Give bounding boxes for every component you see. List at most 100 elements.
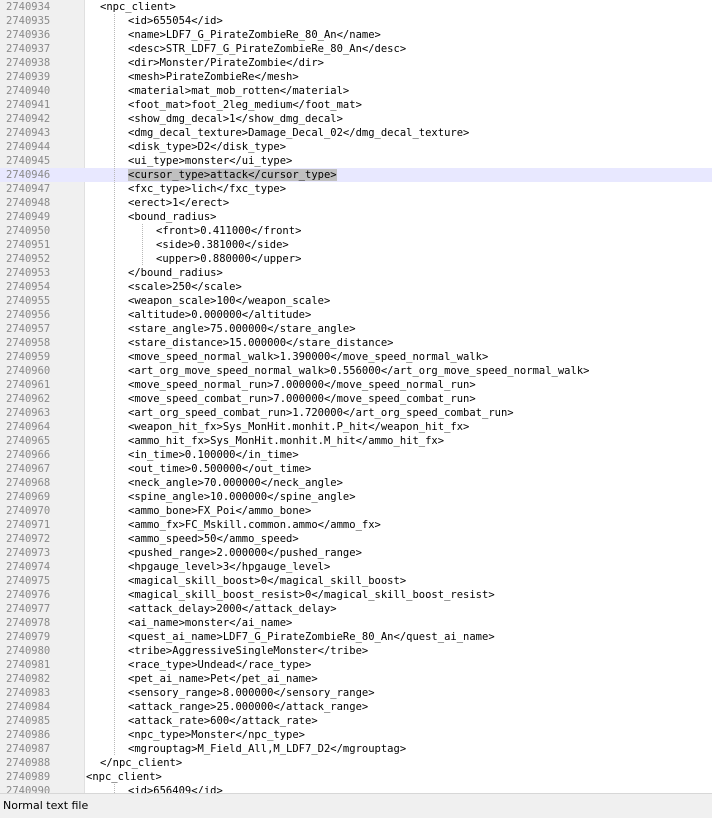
code-line[interactable]: 2740945 <ui_type>monster</ui_type> [0, 154, 712, 168]
code-line[interactable]: 2740979 <quest_ai_name>LDF7_G_PirateZombi… [0, 630, 712, 644]
code-line[interactable]: 2740940 <material>mat_mob_rotten</materia… [0, 84, 712, 98]
code-line[interactable]: 2740963 <art_org_speed_combat_run>1.72000… [0, 406, 712, 420]
code-line[interactable]: 2740954 <scale>250</scale> [0, 280, 712, 294]
line-number: 2740948 [6, 197, 51, 209]
code-line[interactable]: 2740988 </npc_client> [0, 756, 712, 770]
code-line[interactable]: 2740969 <spine_angle>10.000000</spine_ang… [0, 490, 712, 504]
code-line[interactable]: 2740981 <race_type>Undead</race_type> [0, 658, 712, 672]
code-line[interactable]: 2740953 </bound_radius> [0, 266, 712, 280]
code-line[interactable]: 2740943 <dmg_decal_texture>Damage_Decal_0… [0, 126, 712, 140]
code-line[interactable]: 2740955 <weapon_scale>100</weapon_scale> [0, 294, 712, 308]
indent-guide [114, 560, 115, 574]
line-text: <attack_range>25.000000</attack_range> [128, 701, 369, 713]
status-bar: Normal text file [0, 793, 712, 818]
line-text: <move_speed_normal_walk>1.390000</move_s… [128, 351, 489, 363]
code-line[interactable]: 2740983 <sensory_range>8.000000</sensory_… [0, 686, 712, 700]
code-line[interactable]: 2740935 <id>655054</id> [0, 14, 712, 28]
line-text: <id>656409</id> [128, 785, 223, 793]
indent-guide [114, 238, 115, 252]
code-line[interactable]: 2740980 <tribe>AggressiveSingleMonster</t… [0, 644, 712, 658]
indent-guide [142, 224, 143, 238]
code-line[interactable]: 2740956 <altitude>0.000000</altitude> [0, 308, 712, 322]
line-text: <art_org_move_speed_normal_walk>0.556000… [128, 365, 590, 377]
line-text: </bound_radius> [128, 267, 223, 279]
line-number: 2740981 [6, 659, 51, 671]
code-line[interactable]: 2740978 <ai_name>monster</ai_name> [0, 616, 712, 630]
indent-guide [114, 322, 115, 336]
code-line[interactable]: 2740948 <erect>1</erect> [0, 196, 712, 210]
code-line[interactable]: 2740986 <npc_type>Monster</npc_type> [0, 728, 712, 742]
text-editor[interactable]: 2740934 <npc_client> 2740935 <id>655054</id… [0, 0, 712, 793]
line-number: 2740990 [6, 785, 51, 793]
code-line[interactable]: 2740976 <magical_skill_boost_resist>0</ma… [0, 588, 712, 602]
code-line[interactable]: 2740971 <ammo_fx>FC_Mskill.common.ammo</a… [0, 518, 712, 532]
code-line[interactable]: 2740989 <npc_client> [0, 770, 712, 784]
code-line[interactable]: 2740964 <weapon_hit_fx>Sys_MonHit.monhit.… [0, 420, 712, 434]
indent-guide [114, 14, 115, 28]
code-line[interactable]: 2740965 <ammo_hit_fx>Sys_MonHit.monhit.M_… [0, 434, 712, 448]
line-number: 2740953 [6, 267, 51, 279]
code-line[interactable]: 2740934 <npc_client> [0, 0, 712, 14]
line-text: <tribe>AggressiveSingleMonster</tribe> [128, 645, 369, 657]
line-number: 2740934 [6, 1, 51, 13]
line-text: <art_org_speed_combat_run>1.720000</art_… [128, 407, 514, 419]
code-line[interactable]: 2740936 <name>LDF7_G_PirateZombieRe_80_An… [0, 28, 712, 42]
code-line[interactable]: 2740957 <stare_angle>75.000000</stare_ang… [0, 322, 712, 336]
code-line[interactable]: 2740973 <pushed_range>2.000000</pushed_ra… [0, 546, 712, 560]
line-number: 2740975 [6, 575, 51, 587]
line-number: 2740985 [6, 715, 51, 727]
line-number: 2740971 [6, 519, 51, 531]
code-line[interactable]: 2740967 <out_time>0.500000</out_time> [0, 462, 712, 476]
line-number: 2740939 [6, 71, 51, 83]
code-line[interactable]: 2740947 <fxc_type>lich</fxc_type> [0, 182, 712, 196]
line-number: 2740984 [6, 701, 51, 713]
code-line[interactable]: 2740942 <show_dmg_decal>1</show_dmg_decal… [0, 112, 712, 126]
code-line[interactable]: 2740966 <in_time>0.100000</in_time> [0, 448, 712, 462]
indent-guide [114, 672, 115, 686]
indent-guide [114, 70, 115, 84]
code-line[interactable]: 2740949 <bound_radius> [0, 210, 712, 224]
line-text: <scale>250</scale> [128, 281, 242, 293]
code-line[interactable]: 2740959 <move_speed_normal_walk>1.390000<… [0, 350, 712, 364]
line-number: 2740970 [6, 505, 51, 517]
code-line[interactable]: 2740941 <foot_mat>foot_2leg_medium</foot_… [0, 98, 712, 112]
line-number: 2740947 [6, 183, 51, 195]
line-text: <neck_angle>70.000000</neck_angle> [128, 477, 343, 489]
code-line[interactable]: 2740962 <move_speed_combat_run>7.000000</… [0, 392, 712, 406]
code-line[interactable]: 2740951 <side>0.381000</side> [0, 238, 712, 252]
code-line[interactable]: 2740968 <neck_angle>70.000000</neck_angle… [0, 476, 712, 490]
code-lines[interactable]: 2740934 <npc_client> 2740935 <id>655054</id… [0, 0, 712, 793]
line-text: <foot_mat>foot_2leg_medium</foot_mat> [128, 99, 362, 111]
code-line[interactable]: 2740960 <art_org_move_speed_normal_walk>0… [0, 364, 712, 378]
code-line[interactable]: 2740938 <dir>Monster/PirateZombie</dir> [0, 56, 712, 70]
code-line[interactable]: 2740950 <front>0.411000</front> [0, 224, 712, 238]
code-line[interactable]: 2740982 <pet_ai_name>Pet</pet_ai_name> [0, 672, 712, 686]
code-line[interactable]: 2740937 <desc>STR_LDF7_G_PirateZombieRe_8… [0, 42, 712, 56]
indent-guide [114, 154, 115, 168]
line-number: 2740967 [6, 463, 51, 475]
code-line[interactable]: 2740984 <attack_range>25.000000</attack_r… [0, 700, 712, 714]
code-line[interactable]: 2740958 <stare_distance>15.000000</stare_… [0, 336, 712, 350]
code-line[interactable]: 2740974 <hpgauge_level>3</hpgauge_level> [0, 560, 712, 574]
code-line[interactable]: 2740952 <upper>0.880000</upper> [0, 252, 712, 266]
code-line[interactable]: 2740990 <id>656409</id> [0, 784, 712, 793]
code-line[interactable]: 2740970 <ammo_bone>FX_Poi</ammo_bone> [0, 504, 712, 518]
line-text: <attack_delay>2000</attack_delay> [128, 603, 337, 615]
code-line[interactable]: 2740946 <cursor_type>attack</cursor_type> [0, 168, 712, 182]
line-text: <erect>1</erect> [128, 197, 230, 209]
code-line[interactable]: 2740939 <mesh>PirateZombieRe</mesh> [0, 70, 712, 84]
code-line[interactable]: 2740975 <magical_skill_boost>0</magical_s… [0, 574, 712, 588]
line-number: 2740965 [6, 435, 51, 447]
line-text: <fxc_type>lich</fxc_type> [128, 183, 287, 195]
code-line[interactable]: 2740961 <move_speed_normal_run>7.000000</… [0, 378, 712, 392]
line-number: 2740951 [6, 239, 51, 251]
code-line[interactable]: 2740977 <attack_delay>2000</attack_delay> [0, 602, 712, 616]
indent-guide [114, 588, 115, 602]
indent-guide [142, 252, 143, 266]
code-line[interactable]: 2740972 <ammo_speed>50</ammo_speed> [0, 532, 712, 546]
code-line[interactable]: 2740944 <disk_type>D2</disk_type> [0, 140, 712, 154]
indent-guide [114, 616, 115, 630]
line-number: 2740978 [6, 617, 51, 629]
code-line[interactable]: 2740985 <attack_rate>600</attack_rate> [0, 714, 712, 728]
code-line[interactable]: 2740987 <mgrouptag>M_Field_All,M_LDF7_D2<… [0, 742, 712, 756]
